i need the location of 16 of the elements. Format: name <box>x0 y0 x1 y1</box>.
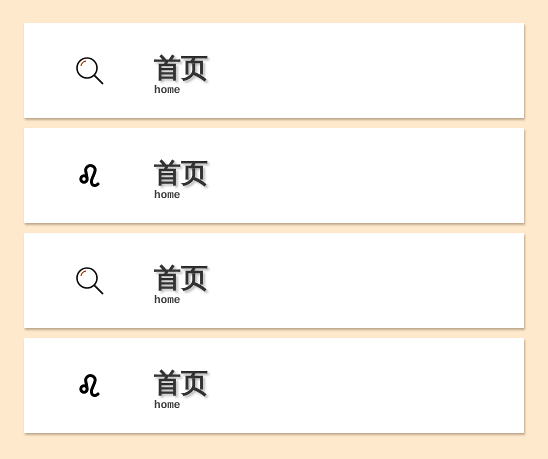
search-icon <box>75 56 105 86</box>
card-title: 首页 <box>154 158 208 188</box>
card-title: 首页 <box>154 264 208 294</box>
search-icon <box>75 266 105 296</box>
menu-card[interactable]: 首页 home <box>24 233 524 328</box>
card-subtitle: home <box>154 294 180 308</box>
leo-icon <box>79 164 101 188</box>
card-subtitle: home <box>154 84 180 98</box>
menu-card[interactable]: 首页 home <box>24 128 524 223</box>
card-title: 首页 <box>154 368 208 398</box>
menu-card[interactable]: 首页 home <box>24 338 524 433</box>
card-title: 首页 <box>154 54 208 84</box>
card-subtitle: home <box>154 400 180 412</box>
menu-card[interactable]: 首页 home <box>24 23 524 118</box>
card-subtitle: home <box>154 190 180 202</box>
leo-icon <box>79 374 101 398</box>
